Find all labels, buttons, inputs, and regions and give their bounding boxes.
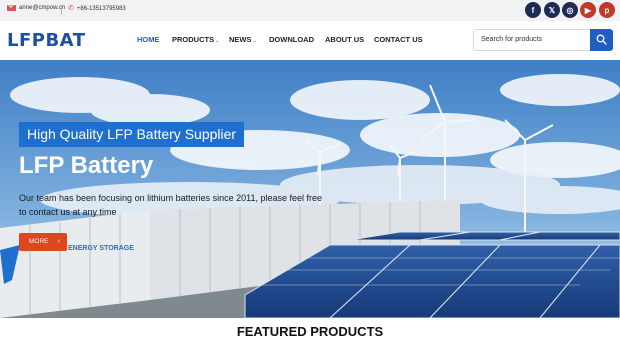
site-logo[interactable]: LFPBAT xyxy=(7,30,86,51)
more-button-label: MORE xyxy=(29,238,49,245)
phone-contact[interactable]: ✆ +86-13513795983 xyxy=(68,5,126,12)
email-text: anne@cmpow.cn xyxy=(19,5,66,11)
hero-tagline: High Quality LFP Battery Supplier xyxy=(19,122,245,147)
container-print: ENERGY STORAGE xyxy=(68,245,134,252)
nav-news-label: NEWS xyxy=(229,35,252,44)
chevron-right-icon: › xyxy=(57,238,60,245)
x-icon[interactable]: 𝕏 xyxy=(544,2,560,18)
hero-banner: ENERGY STORAGE High Quality LFP Battery … xyxy=(0,60,620,318)
hero-image: ENERGY STORAGE xyxy=(0,60,620,318)
instagram-icon[interactable]: ◎ xyxy=(562,2,578,18)
phone-icon: ✆ xyxy=(68,5,74,12)
top-bar: anne@cmpow.cn ✆ +86-13513795983 f 𝕏 ◎ ▶ … xyxy=(0,0,620,21)
nav-products-label: PRODUCTS xyxy=(172,35,215,44)
featured-products-title: FEATURED PRODUCTS xyxy=(236,324,384,339)
nav-contact-us[interactable]: CONTACT US xyxy=(374,35,423,44)
nav-home-label: HOME xyxy=(137,35,160,44)
phone-text: +86-13513795983 xyxy=(76,5,126,12)
search-icon xyxy=(596,34,607,45)
divider xyxy=(61,5,62,15)
chevron-down-icon: ⌄ xyxy=(215,38,220,44)
hero-description: Our team has been focusing on lithium ba… xyxy=(19,193,323,217)
nav-news[interactable]: NEWS⌄ xyxy=(229,35,257,44)
nav-contact-label: CONTACT US xyxy=(374,35,423,44)
pinterest-icon[interactable]: p xyxy=(599,2,615,18)
nav-home[interactable]: HOME xyxy=(137,35,160,44)
featured-products-section: FEATURED PRODUCTS xyxy=(0,318,620,343)
youtube-icon[interactable]: ▶ xyxy=(580,2,596,18)
chevron-down-icon: ⌄ xyxy=(252,38,257,44)
search-button[interactable] xyxy=(590,29,613,51)
nav-about-us[interactable]: ABOUT US xyxy=(325,35,364,44)
mail-icon xyxy=(7,5,16,11)
hero-title: LFP Battery xyxy=(19,152,154,179)
nav-products[interactable]: PRODUCTS⌄ xyxy=(172,35,219,44)
search-input[interactable]: Search for products xyxy=(473,29,590,51)
nav-about-label: ABOUT US xyxy=(325,35,365,44)
email-contact[interactable]: anne@cmpow.cn xyxy=(7,5,65,11)
more-button[interactable]: MORE › xyxy=(19,233,67,251)
nav-download[interactable]: DOWNLOAD xyxy=(269,35,314,44)
nav-download-label: DOWNLOAD xyxy=(269,35,314,44)
facebook-icon[interactable]: f xyxy=(525,2,541,18)
main-header: LFPBAT HOME PRODUCTS⌄ NEWS⌄ DOWNLOAD ABO… xyxy=(0,21,620,60)
